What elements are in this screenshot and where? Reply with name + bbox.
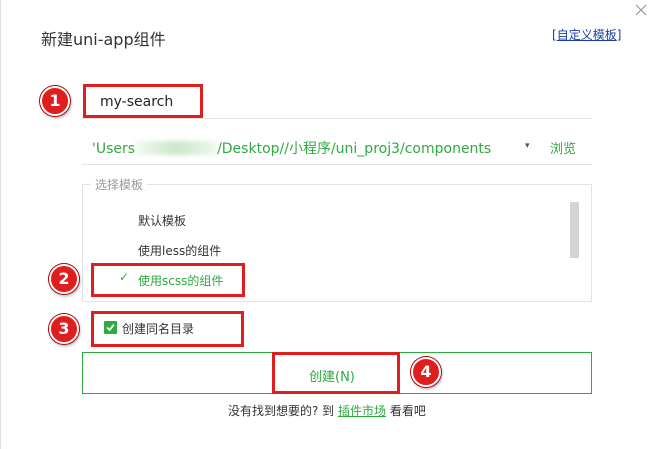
custom-template-link-label[interactable]: 自定义模板 — [557, 28, 617, 42]
chevron-down-icon[interactable]: ▾ — [525, 141, 530, 151]
annotation-box-1 — [83, 84, 203, 118]
dialog-title: 新建uni-app组件 — [41, 30, 166, 49]
close-button[interactable] — [633, 2, 649, 18]
annotation-badge-2: 2 — [49, 264, 79, 294]
path-suffix: /Desktop//小程序/uni_proj3/components — [217, 141, 492, 157]
path-row: 'Users/Desktop//小程序/uni_proj3/components… — [82, 130, 592, 165]
template-list-scrollbar[interactable] — [570, 202, 579, 258]
footer-text-before: 没有找到想要的? 到 — [228, 404, 335, 418]
plugin-market-link[interactable]: 插件市场 — [338, 404, 386, 418]
blurred-username — [135, 141, 218, 155]
annotation-badge-4: 4 — [411, 357, 441, 387]
close-icon[interactable] — [633, 2, 649, 18]
custom-template-link[interactable]: [自定义模板] — [552, 26, 621, 43]
dialog-edge — [0, 0, 1, 449]
template-item-less[interactable]: 使用less的组件 — [138, 242, 221, 259]
annotation-badge-3: 3 — [49, 314, 79, 344]
footer-text-after: 看看吧 — [389, 404, 426, 418]
template-item-default[interactable]: 默认模板 — [138, 212, 186, 229]
annotation-badge-1: 1 — [40, 86, 70, 116]
annotation-box-3 — [91, 311, 244, 347]
browse-button[interactable]: 浏览 — [550, 138, 576, 157]
annotation-box-2 — [91, 263, 245, 297]
template-legend: 选择模板 — [91, 176, 148, 193]
footer-hint: 没有找到想要的? 到 插件市场 看看吧 — [228, 402, 426, 419]
bracket-close: ] — [616, 28, 622, 42]
path-input[interactable]: 'Users/Desktop//小程序/uni_proj3/components — [92, 138, 491, 158]
path-prefix: 'Users — [92, 141, 136, 157]
annotation-box-4 — [272, 352, 400, 394]
